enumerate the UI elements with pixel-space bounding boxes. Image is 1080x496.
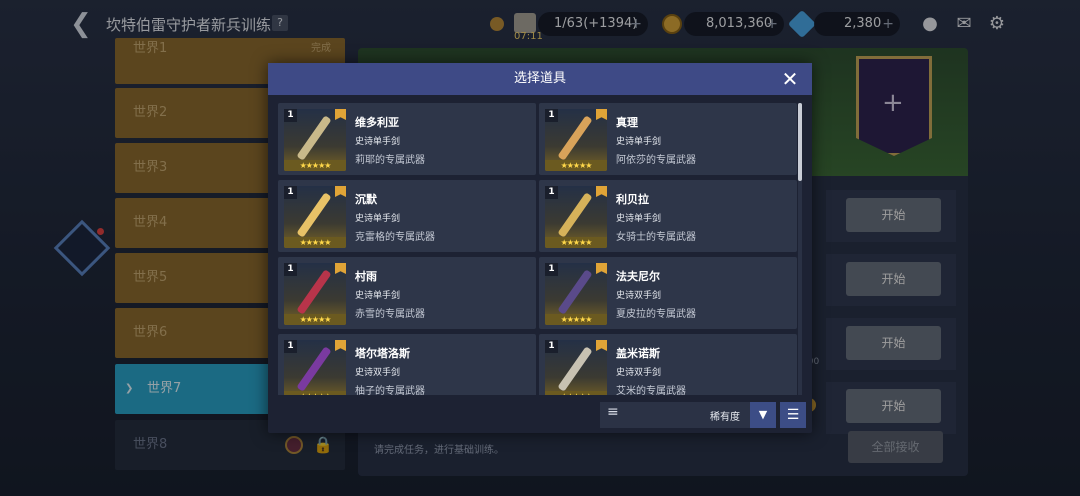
item-description: 柚子的专属武器 — [355, 386, 425, 395]
item-grid: ★★★★★ 1 维多利亚 史诗单手剑 莉耶的专属武器 ★★★★★ 1 真理 史诗… — [278, 103, 802, 395]
rarity-stars: ★★★★★ — [545, 314, 607, 325]
rarity-stars: ★★★★★ — [284, 314, 346, 325]
item-quantity: 1 — [545, 263, 558, 276]
item-card[interactable]: ★★★★★ 1 沉默 史诗单手剑 克雷格的专属武器 — [278, 180, 536, 252]
item-card[interactable]: ★★★★★ 1 维多利亚 史诗单手剑 莉耶的专属武器 — [278, 103, 536, 175]
item-card[interactable]: ★★★★★ 1 村雨 史诗单手剑 赤雪的专属武器 — [278, 257, 536, 329]
sword-icon — [557, 269, 593, 315]
item-type: 史诗双手剑 — [616, 368, 662, 378]
modal-header: 选择道具 ✕ — [268, 63, 812, 95]
sword-icon — [296, 115, 332, 161]
sword-icon — [296, 346, 332, 392]
sword-icon — [557, 346, 593, 392]
rarity-stars: ★★★★★ — [545, 237, 607, 248]
modal-title: 选择道具 — [513, 71, 566, 86]
rarity-stars: ★★★★★ — [284, 160, 346, 171]
rarity-stars: ★★★★★ — [545, 391, 607, 395]
item-name: 盖米诺斯 — [616, 347, 660, 360]
game-screen: ❮ 坎特伯雷守护者新兵训练 ? 07:11 1/63(+1394) + 8,01… — [0, 0, 1080, 496]
item-quantity: 1 — [545, 186, 558, 199]
item-name: 沉默 — [355, 193, 377, 206]
item-type: 史诗双手剑 — [616, 291, 662, 301]
item-quantity: 1 — [545, 109, 558, 122]
list-icon: ≡ — [607, 404, 619, 420]
item-quantity: 1 — [284, 340, 297, 353]
rarity-stars: ★★★★★ — [545, 160, 607, 171]
item-card[interactable]: ★★★★★ 1 盖米诺斯 史诗双手剑 艾米的专属武器 — [539, 334, 797, 395]
item-name: 真理 — [616, 116, 638, 129]
item-description: 夏皮拉的专属武器 — [616, 309, 696, 320]
sort-dropdown[interactable]: ≡ 稀有度 ▼ — [600, 402, 776, 428]
filter-icon[interactable]: ☰ — [780, 402, 806, 428]
item-quantity: 1 — [284, 263, 297, 276]
item-type: 史诗单手剑 — [616, 214, 662, 224]
item-quantity: 1 — [284, 186, 297, 199]
item-type: 史诗单手剑 — [355, 137, 401, 147]
item-name: 利贝拉 — [616, 193, 649, 206]
close-icon[interactable]: ✕ — [778, 67, 802, 91]
item-type: 史诗单手剑 — [355, 291, 401, 301]
item-name: 塔尔塔洛斯 — [355, 347, 410, 360]
item-type: 史诗单手剑 — [355, 214, 401, 224]
item-description: 阿依莎的专属武器 — [616, 155, 696, 166]
item-type: 史诗单手剑 — [616, 137, 662, 147]
item-name: 法夫尼尔 — [616, 270, 660, 283]
item-card[interactable]: ★★★★★ 1 塔尔塔洛斯 史诗双手剑 柚子的专属武器 — [278, 334, 536, 395]
sort-label: 稀有度 — [710, 412, 740, 423]
sword-icon — [557, 115, 593, 161]
scrollbar-thumb[interactable] — [798, 103, 802, 181]
sword-icon — [557, 192, 593, 238]
sword-icon — [296, 269, 332, 315]
item-description: 莉耶的专属武器 — [355, 155, 425, 166]
item-description: 赤雪的专属武器 — [355, 309, 425, 320]
item-type: 史诗双手剑 — [355, 368, 401, 378]
item-description: 克雷格的专属武器 — [355, 232, 435, 243]
select-item-modal: 选择道具 ✕ ★★★★★ 1 维多利亚 史诗单手剑 莉耶的专属武器 ★★★★★ … — [268, 63, 812, 433]
item-quantity: 1 — [545, 340, 558, 353]
chevron-down-icon[interactable]: ▼ — [750, 402, 776, 428]
item-description: 女骑士的专属武器 — [616, 232, 696, 243]
item-description: 艾米的专属武器 — [616, 386, 686, 395]
rarity-stars: ★★★★★ — [284, 237, 346, 248]
sword-icon — [296, 192, 332, 238]
rarity-stars: ★★★★★ — [284, 391, 346, 395]
item-quantity: 1 — [284, 109, 297, 122]
item-card[interactable]: ★★★★★ 1 真理 史诗单手剑 阿依莎的专属武器 — [539, 103, 797, 175]
item-name: 村雨 — [355, 270, 377, 283]
item-card[interactable]: ★★★★★ 1 法夫尼尔 史诗双手剑 夏皮拉的专属武器 — [539, 257, 797, 329]
item-card[interactable]: ★★★★★ 1 利贝拉 史诗单手剑 女骑士的专属武器 — [539, 180, 797, 252]
item-name: 维多利亚 — [355, 116, 399, 129]
